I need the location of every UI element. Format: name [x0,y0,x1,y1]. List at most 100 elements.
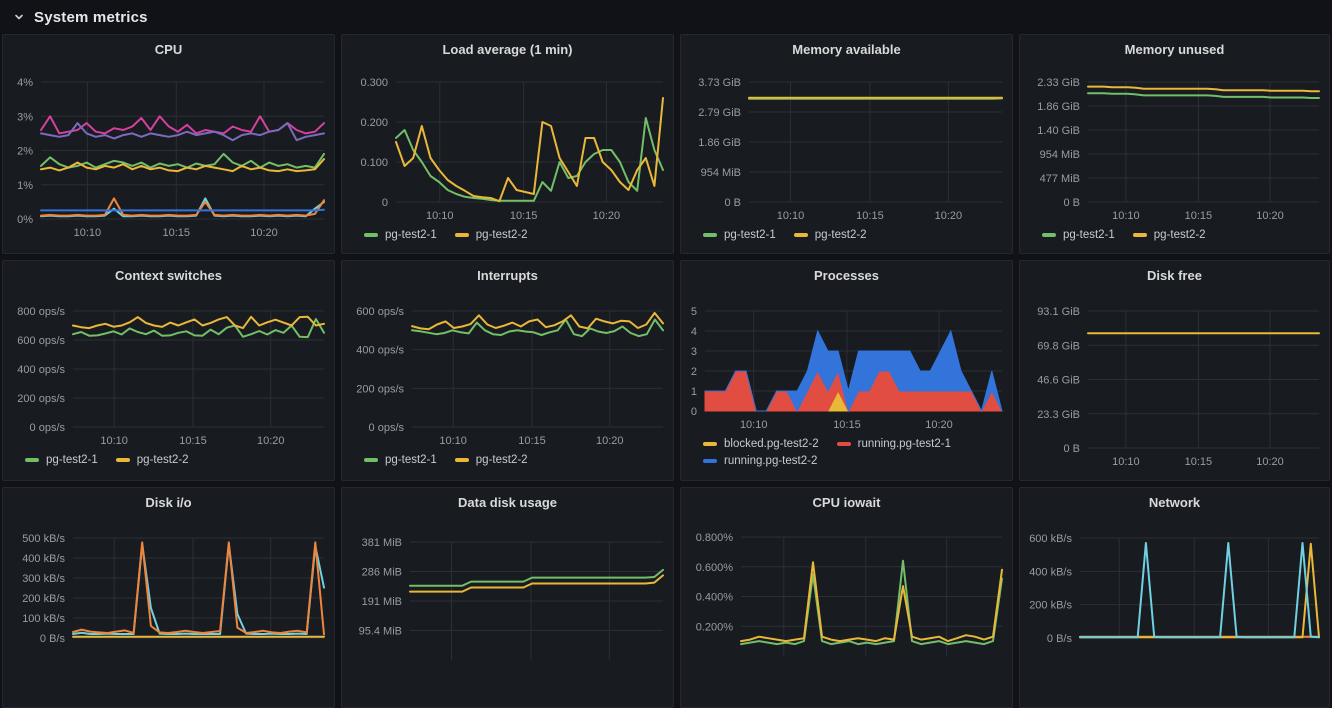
panel-title-load-average[interactable]: Load average (1 min) [342,42,673,57]
y-tick-label: 0 B [1063,197,1080,209]
legend-swatch [1042,233,1056,237]
legend-swatch [364,458,378,462]
panel-title-cpu-iowait[interactable]: CPU iowait [681,495,1012,510]
legend-item-pg-test2-2[interactable]: pg-test2-2 [455,454,528,466]
y-tick-label: 0 B [724,197,741,209]
legend-item-blocked.pg-test2-2[interactable]: blocked.pg-test2-2 [703,438,819,450]
chevron-down-icon [12,10,26,24]
x-tick-label: 10:15 [833,419,861,431]
chart-cpu-iowait[interactable]: 0.200%0.400%0.600%0.800% [681,488,1012,707]
panel-data-disk-usage: Data disk usage95.4 MiB191 MiB286 MiB381… [341,487,674,708]
panel-title-interrupts[interactable]: Interrupts [342,268,673,283]
legend-item-pg-test2-1[interactable]: pg-test2-1 [25,454,98,466]
chart-interrupts[interactable]: 0 ops/s200 ops/s400 ops/s600 ops/s10:101… [342,261,673,480]
y-tick-label: 0 [691,406,697,418]
y-tick-label: 800 ops/s [17,306,65,318]
y-tick-label: 200 kB/s [22,593,65,605]
panel-title-disk-io[interactable]: Disk i/o [3,495,334,510]
panel-title-memory-unused[interactable]: Memory unused [1020,42,1329,57]
legend-swatch [703,233,717,237]
panel-title-network[interactable]: Network [1020,495,1329,510]
dashboard-row-toggle[interactable]: System metrics [0,0,1332,34]
y-tick-label: 46.6 GiB [1037,375,1080,387]
chart-data-disk-usage[interactable]: 95.4 MiB191 MiB286 MiB381 MiB [342,488,673,707]
panel-title-context-switches[interactable]: Context switches [3,268,334,283]
x-tick-label: 10:15 [1185,210,1213,222]
y-tick-label: 1% [17,180,33,192]
chart-cpu[interactable]: 0%1%2%3%4%10:1010:1510:20 [3,35,334,253]
chart-disk-io[interactable]: 0 B/s100 kB/s200 kB/s300 kB/s400 kB/s500… [3,488,334,707]
legend-item-running.pg-test2-2[interactable]: running.pg-test2-2 [703,455,817,467]
legend-label: pg-test2-2 [815,229,867,241]
legend-item-pg-test2-2[interactable]: pg-test2-2 [794,229,867,241]
series-blue [41,210,324,211]
y-tick-label: 381 MiB [362,537,402,549]
panel-title-disk-free[interactable]: Disk free [1020,268,1329,283]
y-tick-label: 95.4 MiB [359,626,402,638]
series-yellow [741,562,1002,641]
chart-context-switches[interactable]: 0 ops/s200 ops/s400 ops/s600 ops/s800 op… [3,261,334,480]
y-tick-label: 4% [17,77,33,89]
panel-disk-free: Disk free0 B23.3 GiB46.6 GiB69.8 GiB93.1… [1019,260,1330,481]
chart-memory-available[interactable]: 0 B954 MiB1.86 GiB2.79 GiB3.73 GiB10:101… [681,35,1012,253]
panel-cpu: CPU0%1%2%3%4%10:1010:1510:20 [2,34,335,254]
legend-label: pg-test2-2 [476,229,528,241]
chart-load-average[interactable]: 00.1000.2000.30010:1010:1510:20 [342,35,673,253]
x-tick-label: 10:10 [1112,210,1140,222]
legend-swatch [703,442,717,446]
legend-swatch [25,458,39,462]
dashboard-row-title: System metrics [34,9,148,26]
y-tick-label: 600 ops/s [356,306,404,318]
legend-label: running.pg-test2-1 [858,438,951,450]
legend-item-pg-test2-1[interactable]: pg-test2-1 [364,454,437,466]
x-tick-label: 10:20 [596,435,624,447]
y-tick-label: 286 MiB [362,567,402,579]
legend-memory-available: pg-test2-1 pg-test2-2 [703,229,1006,241]
legend-processes: blocked.pg-test2-2 running.pg-test2-1 runn… [703,438,1006,467]
y-tick-label: 1.40 GiB [1037,125,1080,137]
y-tick-label: 0.400% [696,592,734,604]
y-tick-label: 0.200 [360,117,388,129]
panel-title-processes[interactable]: Processes [681,268,1012,283]
panel-title-data-disk-usage[interactable]: Data disk usage [342,495,673,510]
legend-label: pg-test2-1 [724,229,776,241]
legend-item-pg-test2-2[interactable]: pg-test2-2 [455,229,528,241]
legend-swatch [364,233,378,237]
legend-item-pg-test2-1[interactable]: pg-test2-1 [364,229,437,241]
legend-item-pg-test2-2[interactable]: pg-test2-2 [116,454,189,466]
panel-title-cpu[interactable]: CPU [3,42,334,57]
series-orange [41,198,324,215]
y-tick-label: 1.86 GiB [1037,101,1080,113]
y-tick-label: 954 MiB [701,167,741,179]
x-tick-label: 10:15 [179,435,207,447]
y-tick-label: 400 kB/s [1029,566,1072,578]
legend-label: pg-test2-2 [1154,229,1206,241]
series-pg-test2-1 [1088,93,1319,98]
x-tick-label: 10:20 [593,210,621,222]
y-tick-label: 0.200% [696,621,734,633]
legend-interrupts: pg-test2-1 pg-test2-2 [364,454,667,466]
series-green [741,561,1002,644]
y-tick-label: 1.86 GiB [698,137,741,149]
chart-disk-free[interactable]: 0 B23.3 GiB46.6 GiB69.8 GiB93.1 GiB10:10… [1020,261,1329,480]
x-tick-label: 10:10 [74,227,102,239]
x-tick-label: 10:10 [1112,456,1140,468]
legend-memory-unused: pg-test2-1 pg-test2-2 [1042,229,1323,241]
legend-item-running.pg-test2-1[interactable]: running.pg-test2-1 [837,438,951,450]
panel-load-average: Load average (1 min)00.1000.2000.30010:1… [341,34,674,254]
y-tick-label: 1 [691,386,697,398]
chart-memory-unused[interactable]: 0 B477 MiB954 MiB1.40 GiB1.86 GiB2.33 Gi… [1020,35,1329,253]
legend-item-pg-test2-1[interactable]: pg-test2-1 [1042,229,1115,241]
legend-swatch [455,233,469,237]
y-tick-label: 500 kB/s [22,533,65,545]
legend-load-average: pg-test2-1 pg-test2-2 [364,229,667,241]
legend-item-pg-test2-1[interactable]: pg-test2-1 [703,229,776,241]
y-tick-label: 0.800% [696,532,734,544]
panel-title-memory-available[interactable]: Memory available [681,42,1012,57]
y-tick-label: 5 [691,306,697,318]
legend-item-pg-test2-2[interactable]: pg-test2-2 [1133,229,1206,241]
chart-network[interactable]: 0 B/s200 kB/s400 kB/s600 kB/s [1020,488,1329,707]
y-tick-label: 200 ops/s [17,393,65,405]
y-tick-label: 3% [17,111,33,123]
y-tick-label: 100 kB/s [22,613,65,625]
